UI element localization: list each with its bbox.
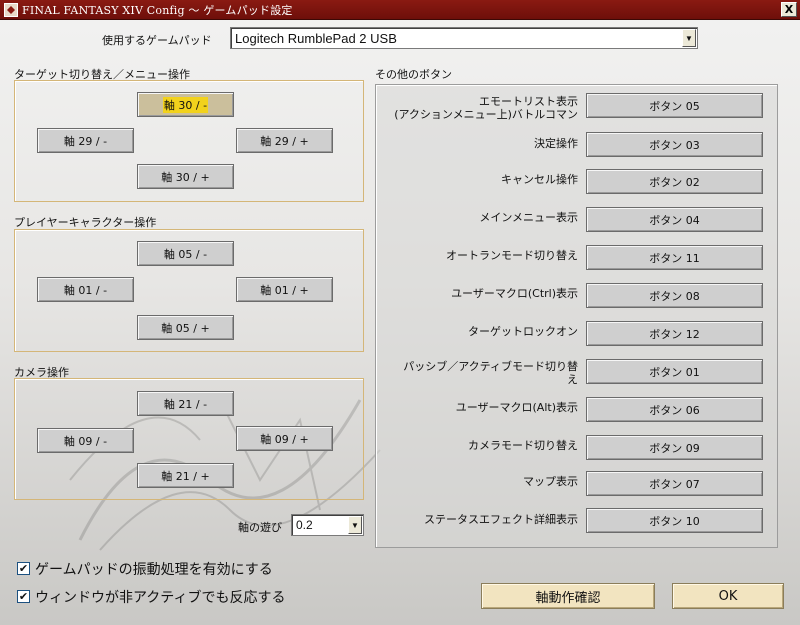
target-up-label: 軸 30 / - xyxy=(162,96,209,113)
player-up-label: 軸 05 / - xyxy=(163,247,208,261)
window-title: FINAL FANTASY XIV Config ～ ゲームパッド設定 xyxy=(22,3,293,17)
target-left-button[interactable]: 軸 29 / - xyxy=(37,128,134,153)
player-group-title: プレイヤーキャラクター操作 xyxy=(14,216,157,229)
other-button-value-text: ボタン 07 xyxy=(649,477,700,491)
other-button-value[interactable]: ボタン 02 xyxy=(586,169,763,194)
dropdown-arrow-icon[interactable]: ▼ xyxy=(682,29,696,47)
camera-left-button[interactable]: 軸 09 / - xyxy=(37,428,134,453)
target-down-label: 軸 30 / + xyxy=(161,170,210,184)
player-down-button[interactable]: 軸 05 / + xyxy=(137,315,234,340)
axis-test-button[interactable]: 軸動作確認 xyxy=(481,583,655,609)
other-button-value[interactable]: ボタン 01 xyxy=(586,359,763,384)
target-up-button[interactable]: 軸 30 / - xyxy=(137,92,234,117)
other-button-label: キャンセル操作 xyxy=(501,173,578,186)
close-icon: X xyxy=(784,3,794,16)
camera-left-label: 軸 09 / - xyxy=(63,434,108,448)
camera-up-button[interactable]: 軸 21 / - xyxy=(137,391,234,416)
other-button-label: パッシブ／アクティブモード切り替 え xyxy=(403,360,578,386)
camera-down-button[interactable]: 軸 21 / + xyxy=(137,463,234,488)
other-button-value-text: ボタン 01 xyxy=(649,365,700,379)
player-right-button[interactable]: 軸 01 / + xyxy=(236,277,333,302)
target-right-label: 軸 29 / + xyxy=(260,134,309,148)
other-button-value-text: ボタン 11 xyxy=(649,251,700,265)
player-up-button[interactable]: 軸 05 / - xyxy=(137,241,234,266)
camera-down-label: 軸 21 / + xyxy=(161,469,210,483)
other-buttons-title: その他のボタン xyxy=(375,68,452,81)
check-icon: ✔ xyxy=(18,590,29,603)
deadzone-select-value: 0.2 xyxy=(296,518,313,532)
ok-button[interactable]: OK xyxy=(672,583,784,609)
other-button-value[interactable]: ボタン 03 xyxy=(586,132,763,157)
deadzone-label: 軸の遊び xyxy=(238,521,282,534)
other-button-value[interactable]: ボタン 07 xyxy=(586,471,763,496)
other-button-label: ユーザーマクロ(Alt)表示 xyxy=(455,401,578,414)
other-button-value-text: ボタン 05 xyxy=(649,99,700,113)
target-down-button[interactable]: 軸 30 / + xyxy=(137,164,234,189)
camera-right-button[interactable]: 軸 09 / + xyxy=(236,426,333,451)
other-button-value-text: ボタン 06 xyxy=(649,403,700,417)
axis-test-label: 軸動作確認 xyxy=(535,590,601,606)
other-button-label: エモートリスト表示 (アクションメニュー上)バトルコマン xyxy=(394,95,578,121)
other-buttons-panel: エモートリスト表示 (アクションメニュー上)バトルコマン ボタン 05 決定操作… xyxy=(375,84,778,548)
other-button-value-text: ボタン 09 xyxy=(649,441,700,455)
other-button-value[interactable]: ボタン 04 xyxy=(586,207,763,232)
other-button-label: オートランモード切り替え xyxy=(446,249,578,262)
inactive-label: ウィンドウが非アクティブでも反応する xyxy=(35,590,286,606)
other-button-value[interactable]: ボタン 06 xyxy=(586,397,763,422)
target-right-button[interactable]: 軸 29 / + xyxy=(236,128,333,153)
camera-right-label: 軸 09 / + xyxy=(260,432,309,446)
player-left-button[interactable]: 軸 01 / - xyxy=(37,277,134,302)
vibration-label: ゲームパッドの振動処理を有効にする xyxy=(35,562,273,578)
other-button-value-text: ボタン 10 xyxy=(649,514,700,528)
deadzone-select[interactable]: 0.2 ▼ xyxy=(291,514,364,536)
other-button-label: メインメニュー表示 xyxy=(479,211,578,224)
other-button-value-text: ボタン 03 xyxy=(649,138,700,152)
ok-label: OK xyxy=(718,588,738,604)
close-button[interactable]: X xyxy=(781,2,797,17)
target-left-label: 軸 29 / - xyxy=(63,134,108,148)
other-button-value[interactable]: ボタン 10 xyxy=(586,508,763,533)
other-button-value-text: ボタン 08 xyxy=(649,289,700,303)
other-button-value[interactable]: ボタン 09 xyxy=(586,435,763,460)
other-button-value[interactable]: ボタン 08 xyxy=(586,283,763,308)
other-button-value-text: ボタン 12 xyxy=(649,327,700,341)
other-button-label: マップ表示 xyxy=(523,475,578,488)
other-button-value[interactable]: ボタン 05 xyxy=(586,93,763,118)
other-button-value-text: ボタン 04 xyxy=(649,213,700,227)
player-right-label: 軸 01 / + xyxy=(260,283,309,297)
other-button-value[interactable]: ボタン 11 xyxy=(586,245,763,270)
player-left-label: 軸 01 / - xyxy=(63,283,108,297)
gamepad-select-value: Logitech RumblePad 2 USB xyxy=(235,30,397,46)
other-button-label: カメラモード切り替え xyxy=(468,439,578,452)
camera-up-label: 軸 21 / - xyxy=(163,397,208,411)
inactive-checkbox[interactable]: ✔ xyxy=(17,590,30,603)
other-button-label: ユーザーマクロ(Ctrl)表示 xyxy=(451,287,578,300)
other-button-label: 決定操作 xyxy=(534,137,578,150)
dropdown-arrow-icon[interactable]: ▼ xyxy=(348,516,362,534)
gamepad-select[interactable]: Logitech RumblePad 2 USB ▼ xyxy=(230,27,698,49)
gamepad-label: 使用するゲームパッド xyxy=(102,34,212,47)
check-icon: ✔ xyxy=(18,562,29,575)
other-button-value[interactable]: ボタン 12 xyxy=(586,321,763,346)
other-button-value-text: ボタン 02 xyxy=(649,175,700,189)
other-button-label: ステータスエフェクト詳細表示 xyxy=(424,513,578,526)
vibration-checkbox[interactable]: ✔ xyxy=(17,562,30,575)
app-icon xyxy=(4,2,18,17)
title-bar: FINAL FANTASY XIV Config ～ ゲームパッド設定 X xyxy=(0,0,800,20)
other-button-label: ターゲットロックオン xyxy=(468,325,578,338)
player-down-label: 軸 05 / + xyxy=(161,321,210,335)
